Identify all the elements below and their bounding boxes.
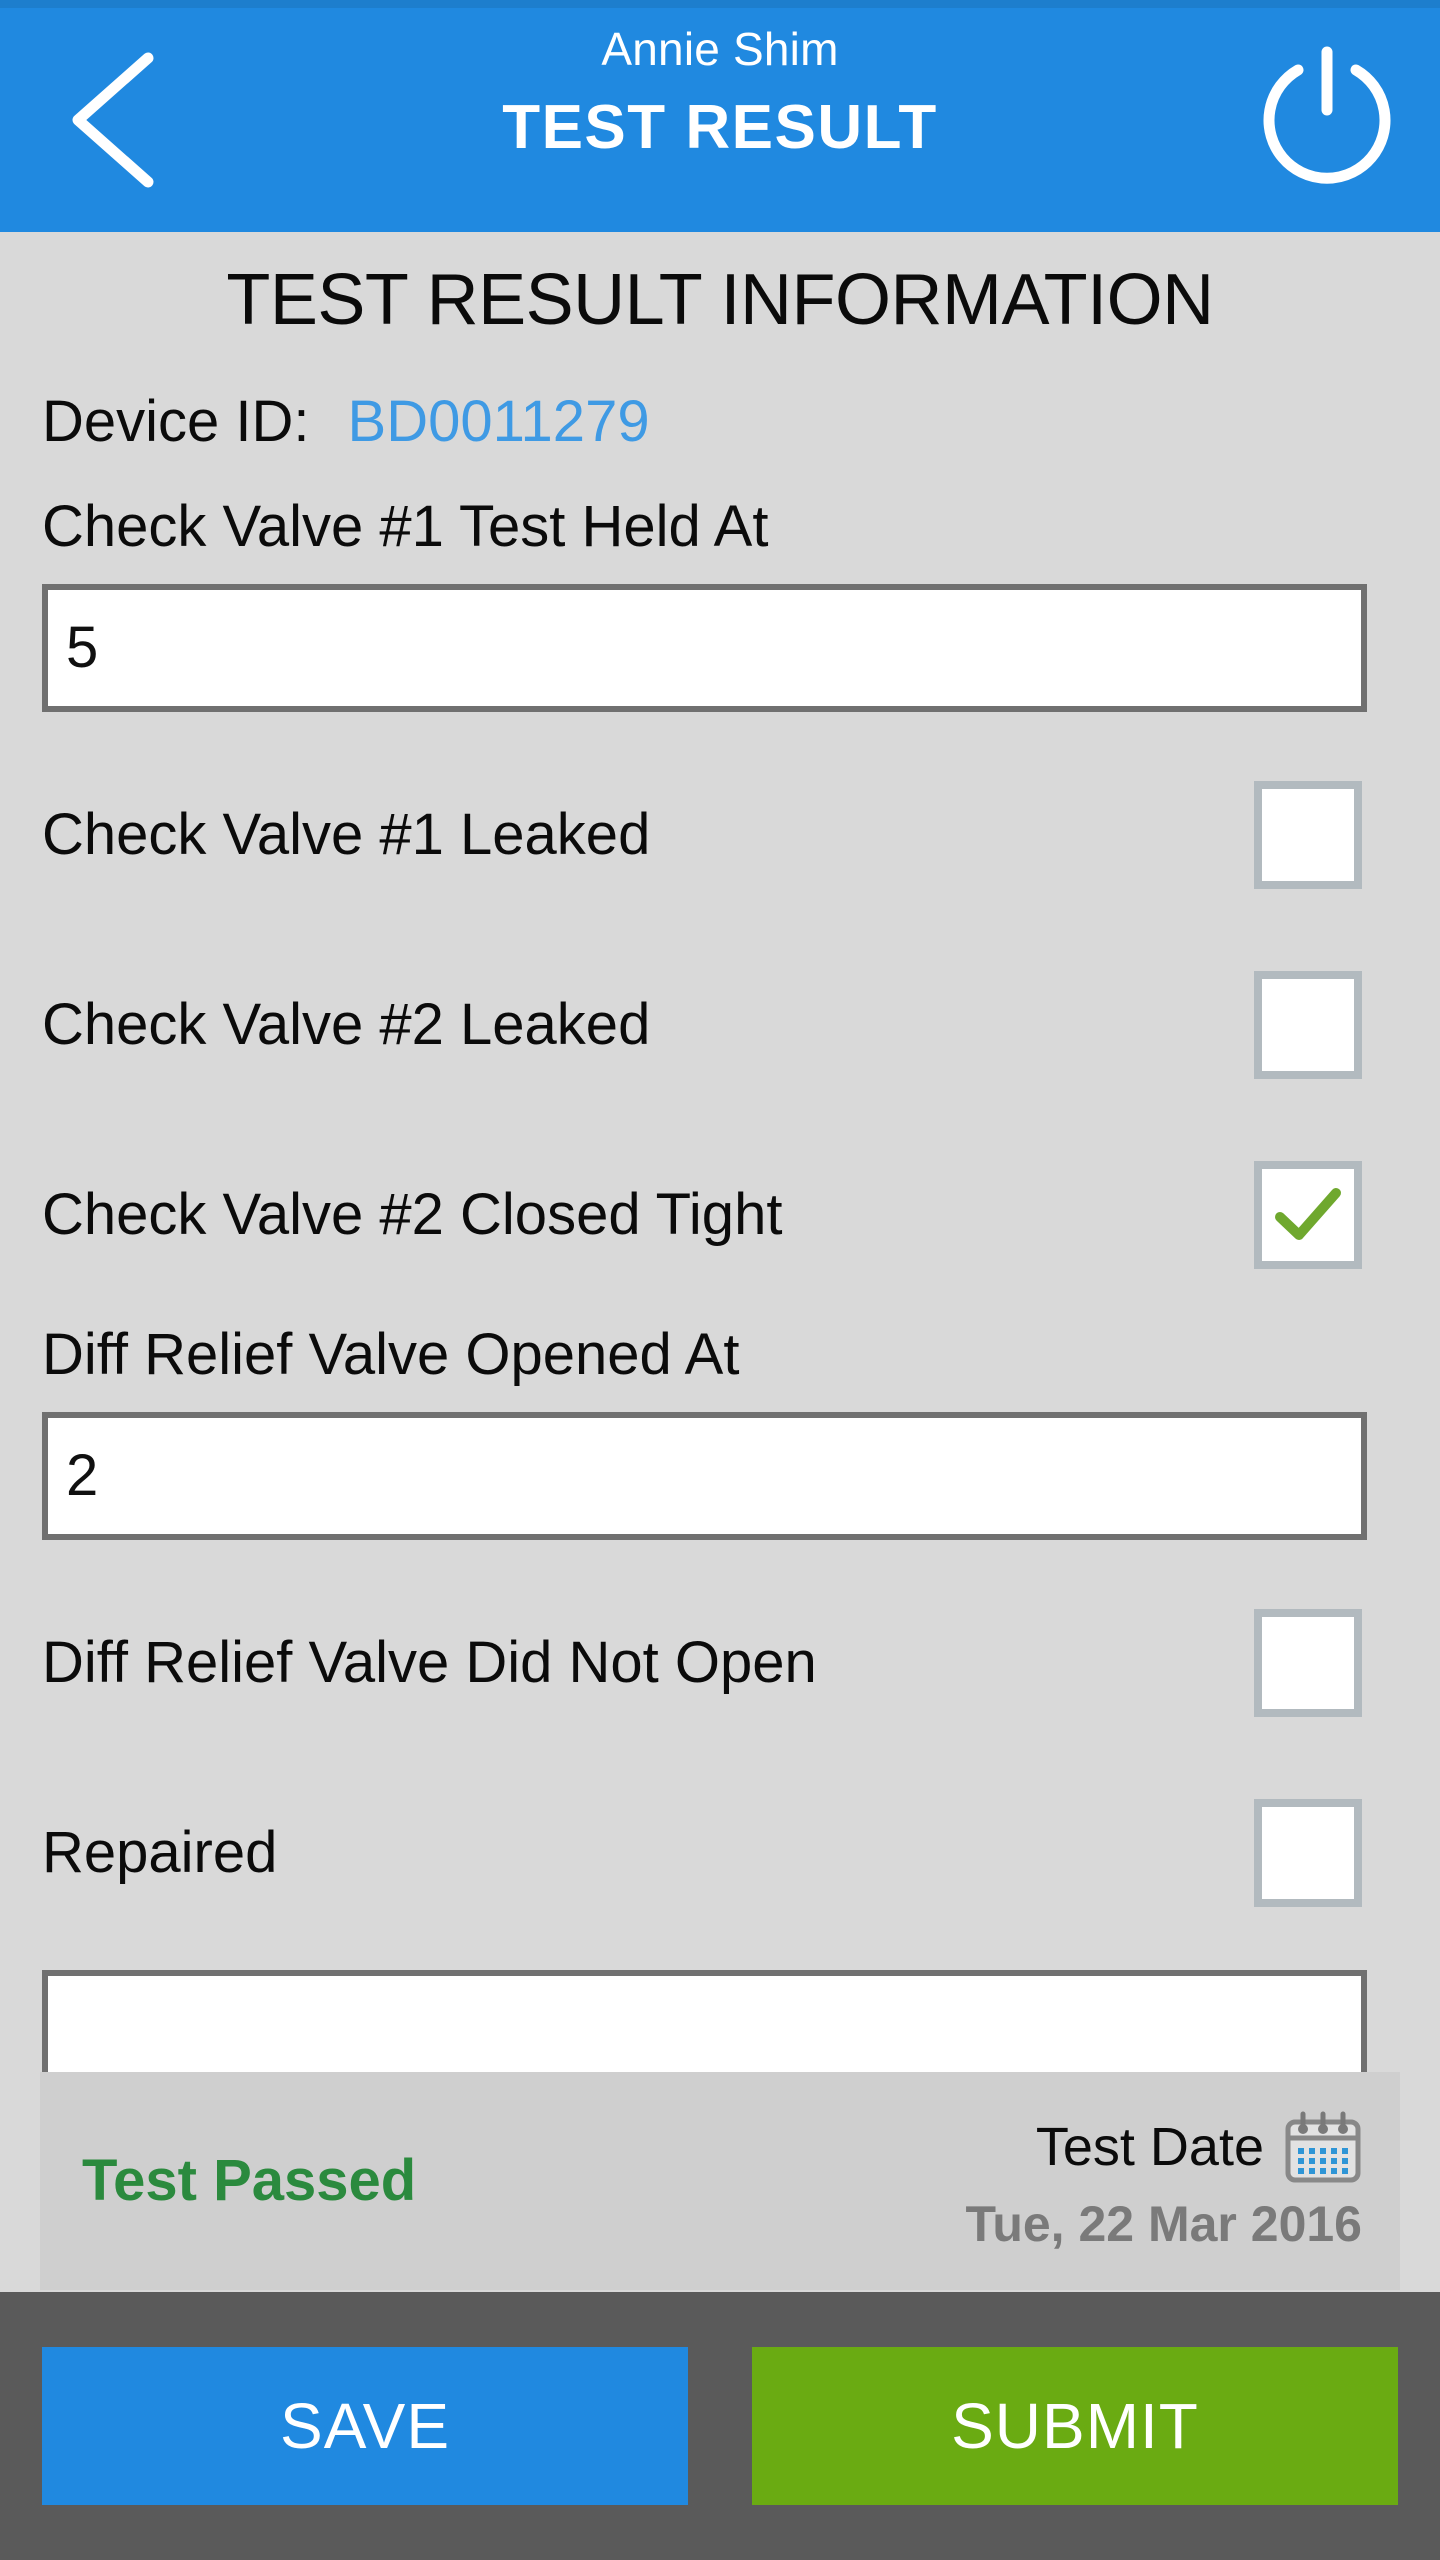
cv1-leaked-row[interactable]: Check Valve #1 Leaked [0,740,1440,930]
header-title-group: Annie Shim TEST RESULT [200,18,1240,170]
calendar-icon[interactable] [1284,2108,1362,2186]
submit-button[interactable]: SUBMIT [752,2347,1398,2505]
cv2-closed-tight-checkbox[interactable] [1254,1161,1362,1269]
test-status-panel: Test Passed Test Date Tue, 22 Mar 2016 [40,2072,1400,2290]
drv-did-not-open-label: Diff Relief Valve Did Not Open [42,1630,817,1695]
section-heading: TEST RESULT INFORMATION [226,260,1214,340]
app-header-bar: Annie Shim TEST RESULT [0,0,1440,232]
test-date-label: Test Date [1035,2117,1264,2177]
user-name-label: Annie Shim [601,23,839,75]
cv2-closed-tight-row[interactable]: Check Valve #2 Closed Tight [0,1120,1440,1310]
cv1-held-at-input[interactable]: 5 [42,584,1367,712]
cv2-leaked-row[interactable]: Check Valve #2 Leaked [0,930,1440,1120]
test-date-label-row: Test Date [965,2108,1362,2186]
back-button[interactable] [40,40,190,200]
cv2-leaked-checkbox[interactable] [1254,971,1362,1079]
repaired-checkbox[interactable] [1254,1799,1362,1907]
test-date-picker[interactable]: Test Date Tue, 22 Mar 2016 [965,2108,1362,2254]
cv1-held-at-value: 5 [66,615,99,680]
repaired-row[interactable]: Repaired [0,1758,1440,1948]
checkmark-icon [1275,1188,1341,1240]
cv1-leaked-label: Check Valve #1 Leaked [42,802,651,867]
cv1-leaked-checkbox[interactable] [1254,781,1362,889]
drv-opened-at-value: 2 [66,1443,99,1508]
power-icon [1263,46,1391,184]
form-scroll-area[interactable]: TEST RESULT INFORMATION Device ID: BD001… [0,232,1440,2292]
cv2-leaked-label: Check Valve #2 Leaked [42,992,651,1057]
chevron-left-icon [72,52,154,188]
cv1-held-at-label: Check Valve #1 Test Held At [42,494,769,559]
drv-did-not-open-row[interactable]: Diff Relief Valve Did Not Open [0,1568,1440,1758]
status-badge: Test Passed [82,2148,417,2213]
logout-button[interactable] [1252,38,1402,188]
app-screen: Annie Shim TEST RESULT TEST RESULT INFOR… [0,0,1440,2560]
save-button[interactable]: SAVE [42,2347,688,2505]
device-id-value: BD0011279 [347,389,650,454]
cv2-closed-tight-label: Check Valve #2 Closed Tight [42,1182,783,1247]
drv-did-not-open-checkbox[interactable] [1254,1609,1362,1717]
status-bar-strip [0,0,1440,8]
drv-opened-at-input[interactable]: 2 [42,1412,1367,1540]
test-date-value: Tue, 22 Mar 2016 [965,2196,1362,2252]
device-id-row: Device ID: BD0011279 [0,388,1440,456]
action-button-bar: SAVE SUBMIT [0,2292,1440,2560]
page-title: TEST RESULT [502,93,938,162]
drv-opened-at-label: Diff Relief Valve Opened At [42,1322,740,1387]
device-id-label: Device ID: [42,389,310,454]
repaired-label: Repaired [42,1820,278,1885]
